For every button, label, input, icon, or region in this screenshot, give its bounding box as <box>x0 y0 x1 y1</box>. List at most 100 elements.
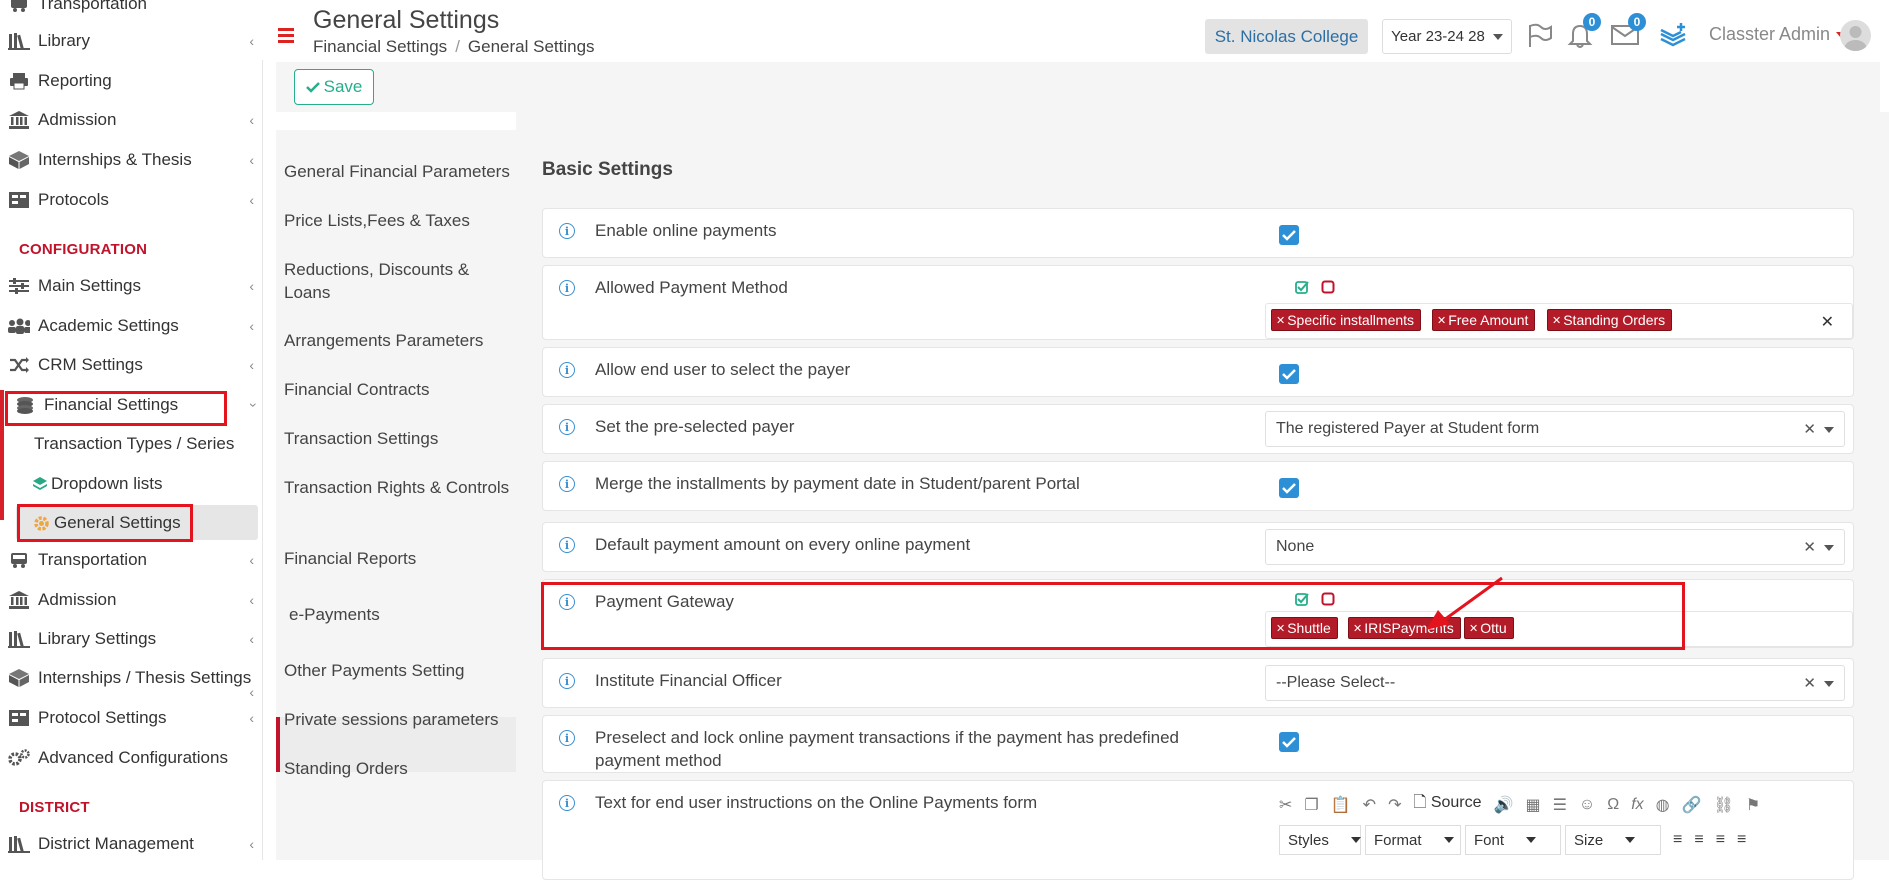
remove-tag-icon[interactable]: ✕ <box>1437 314 1446 327</box>
default-payment-amount-select[interactable]: None ✕ <box>1265 529 1845 565</box>
globe-icon[interactable]: ◍ <box>1656 795 1670 815</box>
copy-icon[interactable]: ❐ <box>1304 795 1318 815</box>
styles-dropdown[interactable]: Styles <box>1279 825 1361 855</box>
college-selector-button[interactable]: St. Nicolas College <box>1205 19 1368 54</box>
tag-specific-installments[interactable]: ✕ Specific installments <box>1271 309 1422 331</box>
sidebar-item-internships-settings[interactable]: Internships / Thesis Settings ‹ <box>0 660 262 700</box>
allow-select-payer-checkbox[interactable] <box>1279 364 1299 384</box>
anchor-flag-icon[interactable]: ⚑ <box>1746 795 1760 815</box>
deselect-all-icon[interactable] <box>1321 280 1335 294</box>
enable-online-payments-checkbox[interactable] <box>1279 225 1299 245</box>
remove-tag-icon[interactable]: ✕ <box>1276 314 1285 327</box>
undo-icon[interactable]: ↶ <box>1363 795 1376 815</box>
sidebar-item-main-settings[interactable]: Main Settings ‹ <box>0 268 262 304</box>
remove-tag-icon[interactable]: ✕ <box>1469 622 1478 635</box>
select-all-icon[interactable] <box>1295 280 1310 295</box>
font-dropdown[interactable]: Font <box>1465 825 1561 855</box>
info-icon[interactable]: i <box>559 362 575 378</box>
link-icon[interactable]: 🔗 <box>1682 795 1702 815</box>
sidebar-item-library-settings[interactable]: Library Settings ‹ <box>0 621 262 657</box>
audio-icon[interactable]: 🔊 <box>1494 795 1514 815</box>
info-icon[interactable]: i <box>559 594 575 610</box>
clear-all-icon[interactable]: ✕ <box>1821 312 1834 332</box>
breadcrumb-link[interactable]: Financial Settings <box>313 37 447 56</box>
preselect-lock-checkbox[interactable] <box>1279 732 1299 752</box>
sidebar-item-protocols[interactable]: Protocols ‹ <box>0 182 262 218</box>
hr-icon[interactable]: ☰ <box>1553 795 1567 815</box>
sidebar-item-protocol-settings[interactable]: Protocol Settings ‹ <box>0 700 262 736</box>
sidebar-item-financial-settings[interactable]: Financial Settings ‹ <box>0 387 262 423</box>
flag-icon[interactable] <box>1524 20 1554 50</box>
merge-installments-checkbox[interactable] <box>1279 478 1299 498</box>
deselect-all-icon[interactable] <box>1321 592 1335 606</box>
sidebar-sub-transaction-types[interactable]: Transaction Types / Series <box>0 427 262 461</box>
settings-nav-item-active[interactable]: e-Payments <box>289 603 515 626</box>
settings-nav-item[interactable]: Private sessions parameters <box>284 708 510 731</box>
settings-nav-item[interactable]: Transaction Rights & Controls <box>284 476 510 499</box>
table-icon[interactable]: ▦ <box>1525 795 1540 815</box>
settings-nav-item[interactable]: Standing Orders <box>284 757 510 780</box>
info-icon[interactable]: i <box>559 730 575 746</box>
financial-officer-select[interactable]: --Please Select-- ✕ <box>1265 665 1845 701</box>
settings-nav-item[interactable]: Financial Reports <box>284 547 510 570</box>
sidebar-sub-dropdown-lists[interactable]: Dropdown lists <box>0 467 262 501</box>
size-dropdown[interactable]: Size <box>1565 825 1661 855</box>
envelope-icon[interactable]: 0 <box>1610 13 1646 50</box>
tag-shuttle[interactable]: ✕ Shuttle <box>1271 617 1338 639</box>
align-left-icon[interactable]: ≡ <box>1673 831 1682 849</box>
settings-nav-item[interactable]: Price Lists,Fees & Taxes <box>284 209 510 232</box>
clear-icon[interactable]: ✕ <box>1803 538 1816 556</box>
source-button[interactable]: 🗋 Source <box>1413 791 1481 818</box>
settings-nav-item[interactable]: Other Payments Setting <box>284 659 510 682</box>
tag-free-amount[interactable]: ✕ Free Amount <box>1432 309 1536 331</box>
info-icon[interactable]: i <box>559 419 575 435</box>
sidebar-item-academic-settings[interactable]: Academic Settings ‹ <box>0 308 262 344</box>
settings-nav-item[interactable]: Arrangements Parameters <box>284 329 510 352</box>
sidebar-item-district-management[interactable]: District Management ‹ <box>0 826 262 860</box>
allowed-payment-method-multiselect[interactable]: ✕ Specific installments ✕ Free Amount ✕ Sta… <box>1265 303 1853 339</box>
year-selector-dropdown[interactable]: Year 23-24 28 <box>1382 19 1512 54</box>
preselected-payer-select[interactable]: The registered Payer at Student form ✕ <box>1265 411 1845 447</box>
redo-icon[interactable]: ↷ <box>1388 795 1401 815</box>
align-right-icon[interactable]: ≡ <box>1716 831 1725 849</box>
select-all-icon[interactable] <box>1295 592 1310 607</box>
hamburger-menu-icon[interactable] <box>278 28 294 46</box>
paste-icon[interactable]: 📋 <box>1331 795 1351 815</box>
smiley-icon[interactable]: ☺ <box>1579 796 1595 814</box>
settings-nav-item[interactable]: General Financial Parameters <box>284 160 510 183</box>
settings-nav-item[interactable]: Financial Contracts <box>284 378 510 401</box>
sidebar-item-internships[interactable]: Internships & Thesis ‹ <box>0 142 262 178</box>
format-dropdown[interactable]: Format <box>1365 825 1461 855</box>
info-icon[interactable]: i <box>559 223 575 239</box>
remove-tag-icon[interactable]: ✕ <box>1353 622 1362 635</box>
bell-icon[interactable]: 0 <box>1565 13 1601 50</box>
unlink-icon[interactable]: ⛓ <box>1714 795 1734 815</box>
sidebar-item-transportation[interactable]: Transportation <box>0 0 262 22</box>
sidebar-item-advanced-configurations[interactable]: Advanced Configurations <box>0 740 262 776</box>
remove-tag-icon[interactable]: ✕ <box>1552 314 1561 327</box>
payment-gateway-multiselect[interactable]: ✕ Shuttle ✕ IRISPayments ✕ Ottu <box>1265 611 1853 647</box>
info-icon[interactable]: i <box>559 795 575 811</box>
sidebar-item-library[interactable]: Library ‹ <box>0 23 262 59</box>
user-menu[interactable]: Classter Admin <box>1709 24 1847 45</box>
sidebar-sub-general-settings[interactable]: General Settings <box>0 506 262 540</box>
remove-tag-icon[interactable]: ✕ <box>1276 622 1285 635</box>
sidebar-item-crm-settings[interactable]: CRM Settings ‹ <box>0 347 262 383</box>
info-icon[interactable]: i <box>559 673 575 689</box>
tag-standing-orders[interactable]: ✕ Standing Orders <box>1547 309 1673 331</box>
info-icon[interactable]: i <box>559 537 575 553</box>
tag-ottu[interactable]: ✕ Ottu <box>1464 617 1514 639</box>
sidebar-item-reporting[interactable]: Reporting <box>0 63 262 99</box>
formula-icon[interactable]: fx <box>1631 796 1643 814</box>
sidebar-item-admission-config[interactable]: Admission ‹ <box>0 582 262 618</box>
sidebar-item-admission[interactable]: Admission ‹ <box>0 102 262 138</box>
settings-nav-item[interactable]: Reductions, Discounts & Loans <box>284 258 510 304</box>
tag-irispayments[interactable]: ✕ IRISPayments <box>1348 617 1461 639</box>
info-icon[interactable]: i <box>559 280 575 296</box>
layers-plus-icon[interactable] <box>1658 20 1688 50</box>
cut-icon[interactable]: ✂ <box>1279 795 1292 815</box>
info-icon[interactable]: i <box>559 476 575 492</box>
settings-nav-item[interactable]: Transaction Settings <box>284 427 510 450</box>
clear-icon[interactable]: ✕ <box>1803 674 1816 692</box>
avatar[interactable] <box>1840 20 1871 51</box>
